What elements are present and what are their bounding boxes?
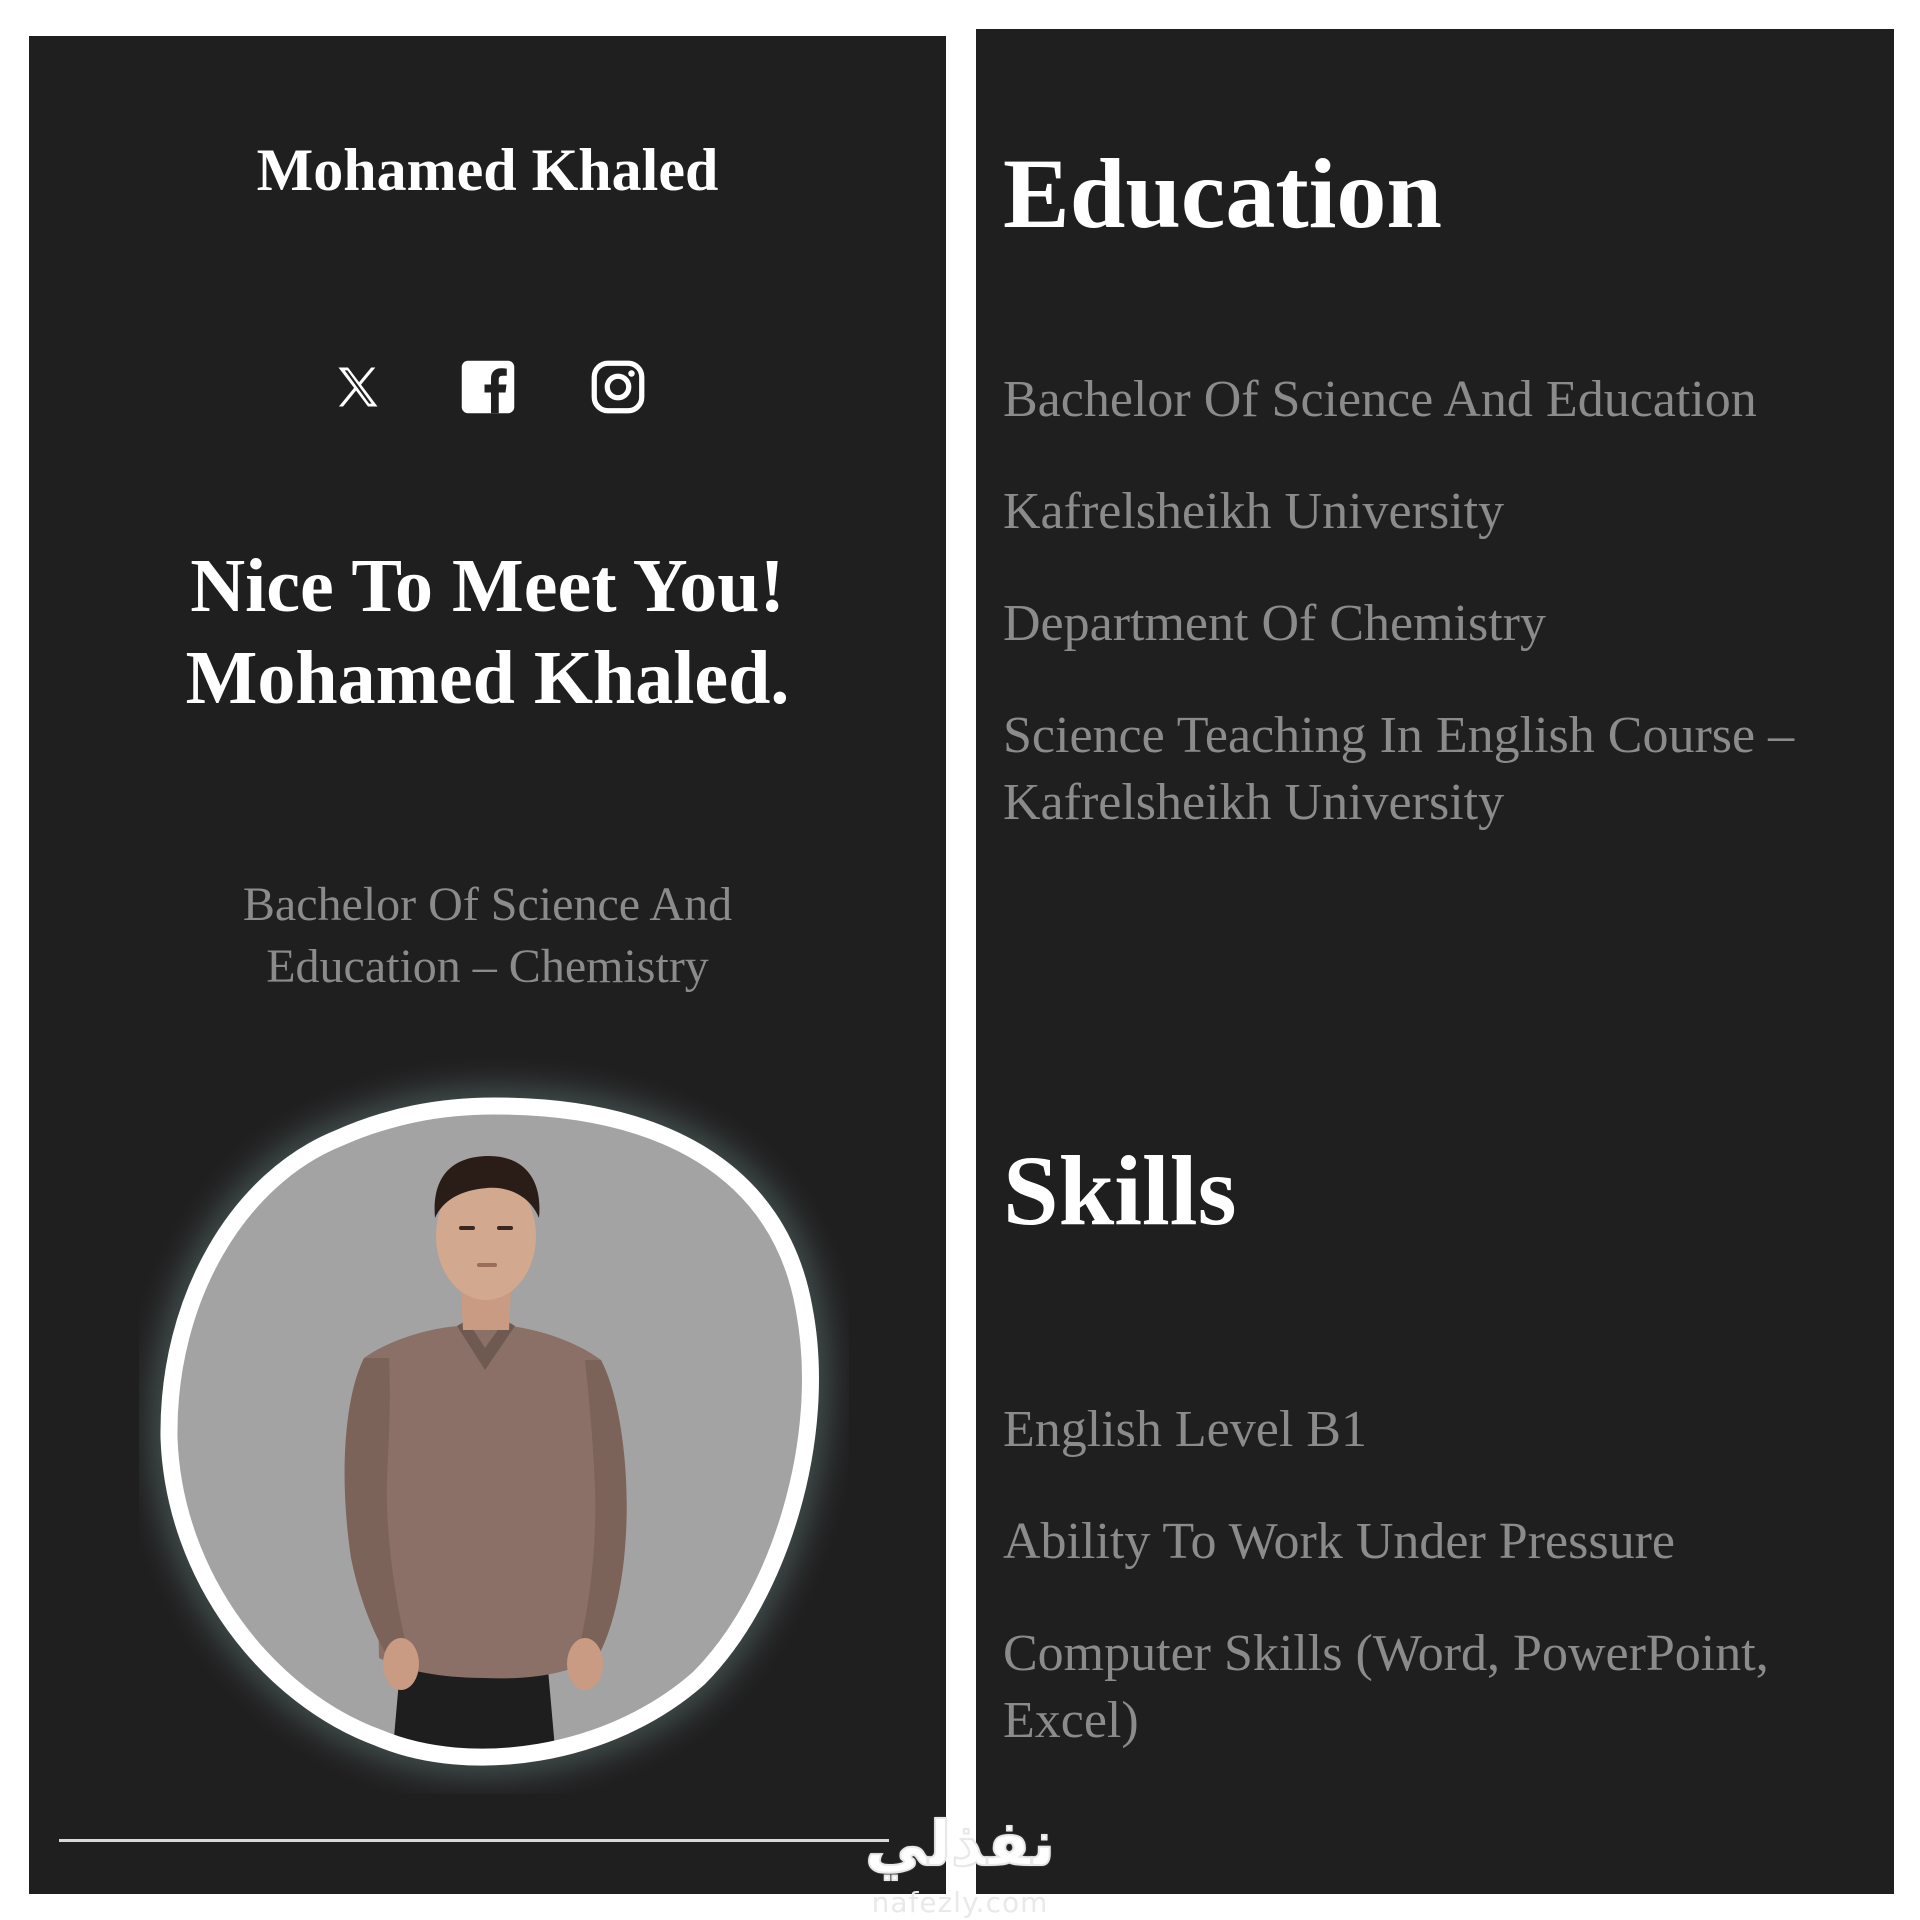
skills-heading: Skills [1003,1135,1237,1246]
watermark-arabic: نفذلي [864,1807,1056,1881]
hero-subtitle: Bachelor Of Science And Education – Chem… [242,878,733,993]
education-heading: Education [1003,138,1443,249]
details-panel: Education Bachelor Of Science And Educat… [976,29,1894,1894]
site-title[interactable]: Mohamed Khaled [29,136,946,204]
watermark-url: nafezly.com [871,1886,1049,1919]
list-item: Department Of Chemistry [1003,595,1546,652]
education-list: Bachelor Of Science And Education Kafrel… [1003,366,1873,881]
facebook-icon[interactable] [457,356,519,418]
x-twitter-icon[interactable] [327,356,389,418]
instagram-icon[interactable] [587,356,649,418]
list-item: English Level B1 [1003,1401,1367,1458]
social-links [29,356,946,418]
watermark-logo: نفذلي nafezly.com [850,1807,1070,1920]
hero-title: Nice To Meet You! Mohamed Khaled. [29,540,946,724]
list-item: Science Teaching In English Course – Kaf… [1003,707,1795,831]
hero-name: Mohamed Khaled. [185,636,790,720]
list-item: Computer Skills (Word, PowerPoint, Excel… [1003,1625,1769,1749]
divider-line [59,1839,889,1842]
list-item: Bachelor Of Science And Education [1003,371,1757,428]
profile-panel: Mohamed Khaled Nice To Meet You! Mohamed… [29,36,946,1894]
profile-photo [139,1058,849,1794]
hero-greeting: Nice To Meet You! [190,544,785,628]
list-item: Ability To Work Under Pressure [1003,1513,1675,1570]
skills-list: English Level B1 Ability To Work Under P… [1003,1396,1873,1799]
list-item: Kafrelsheikh University [1003,483,1505,540]
